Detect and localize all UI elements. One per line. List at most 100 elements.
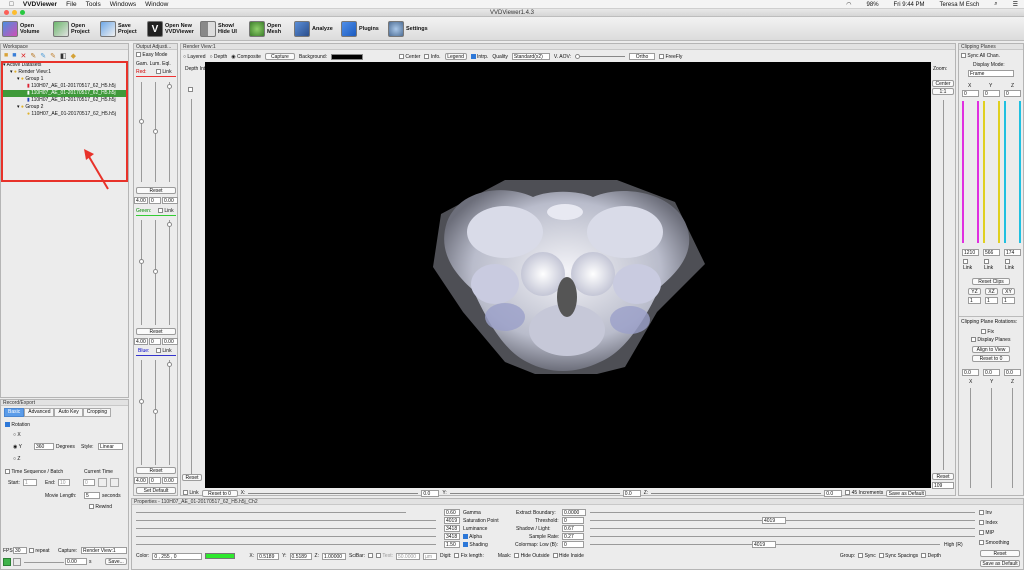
clip-x-link[interactable]: Link <box>963 259 972 271</box>
alpha-value[interactable]: 3418 <box>444 533 460 540</box>
menu-tools[interactable]: Tools <box>86 1 101 8</box>
layered-radio[interactable]: ○ Layered <box>183 54 206 60</box>
ratio-button[interactable]: 1:1 <box>932 88 954 95</box>
degrees-field[interactable]: 360 <box>34 443 54 450</box>
user-name[interactable]: Teresa M Esch <box>940 2 980 8</box>
clip-y-link[interactable]: Link <box>984 259 993 271</box>
clip-z-range[interactable] <box>1004 101 1021 243</box>
shadow-value[interactable]: 0.67 <box>562 525 584 532</box>
ortho-field[interactable]: Ortho <box>629 53 656 60</box>
style-select[interactable]: Linear <box>98 443 123 450</box>
y-spacing-value[interactable]: 0.5189 <box>289 552 312 560</box>
green-eql-value[interactable]: 0.00 <box>162 338 178 345</box>
depth-checkbox[interactable]: Depth <box>921 553 941 559</box>
xy-step[interactable]: 1 <box>1002 297 1015 304</box>
red-lum-knob[interactable] <box>153 129 158 134</box>
blue-gamma-slider[interactable] <box>141 360 142 465</box>
red-eql-knob[interactable] <box>167 84 172 89</box>
settings-button[interactable]: Settings <box>388 20 428 37</box>
blue-eql-value[interactable]: 0.00 <box>162 477 178 484</box>
folder-icon[interactable]: ■ <box>4 52 8 59</box>
time-forward-button[interactable] <box>110 478 119 487</box>
red-link-checkbox[interactable]: Link <box>156 69 172 75</box>
scibar-checkbox[interactable] <box>368 553 374 559</box>
save-project-button[interactable]: Save Project <box>100 20 140 37</box>
tab-advanced[interactable]: Advanced <box>24 408 55 417</box>
open-volume-button[interactable]: Open Volume <box>2 20 46 37</box>
blue-reset-button[interactable]: Reset <box>136 467 176 474</box>
repeat-checkbox[interactable]: repeat <box>29 548 50 554</box>
green-eql-knob[interactable] <box>167 222 172 227</box>
tab-basic[interactable]: Basic <box>4 408 25 417</box>
time-seq-checkbox[interactable]: Time Sequence / Batch <box>5 469 63 475</box>
open-project-button[interactable]: Open Project <box>53 20 93 37</box>
red-gamma-slider[interactable] <box>141 82 142 182</box>
end-field[interactable]: 10 <box>58 479 70 486</box>
x-spacing-value[interactable]: 0.5189 <box>257 552 280 560</box>
colormap-high[interactable]: 4019 <box>752 541 776 548</box>
fix-checkbox[interactable]: Fix <box>981 329 994 335</box>
properties-save-default-button[interactable]: Save as Default <box>980 560 1020 567</box>
sample-slider[interactable] <box>590 536 975 537</box>
z-spacing-value[interactable]: 1.00000 <box>321 552 346 560</box>
paint-icon[interactable]: ✎ <box>40 52 46 60</box>
zoom-slider[interactable] <box>943 100 944 470</box>
render-viewport[interactable] <box>205 62 931 488</box>
smoothing-checkbox[interactable]: Smoothing <box>979 540 1009 546</box>
mip-checkbox[interactable]: MIP <box>979 530 994 536</box>
blue-gamma-value[interactable]: 4.00 <box>134 477 148 484</box>
display-planes-checkbox[interactable]: Display Planes <box>971 337 1010 343</box>
axis-x-radio[interactable]: ○ X <box>13 432 21 438</box>
show-hide-ui-button[interactable]: Show/ Hide UI <box>200 20 242 37</box>
zoom-window-button[interactable] <box>20 10 25 15</box>
yz-step[interactable]: 1 <box>968 297 981 304</box>
blue-eql-slider[interactable] <box>169 360 170 465</box>
play-button[interactable] <box>3 558 11 566</box>
interp-checkbox[interactable]: Intrp. <box>470 54 488 60</box>
green-gamma-slider[interactable] <box>141 220 142 325</box>
time-field[interactable]: 0.00 <box>65 558 87 565</box>
red-gamma-value[interactable]: 4.00 <box>134 197 148 204</box>
clip-x-min[interactable]: 0 <box>962 90 979 97</box>
scibar-length[interactable]: 50.0000 <box>395 552 420 560</box>
delete-icon[interactable]: ✕ <box>20 52 26 60</box>
xy-button[interactable]: XY <box>1002 288 1015 295</box>
composite-radio[interactable]: ◉ Composite <box>231 54 261 60</box>
depth-reset-button[interactable]: Reset <box>182 474 202 481</box>
colormap-low[interactable]: 0 <box>562 541 584 548</box>
center-button[interactable]: Center <box>932 80 954 87</box>
inv-checkbox[interactable]: Inv <box>979 510 992 516</box>
rot-x-value[interactable]: 0.0 <box>962 369 979 376</box>
threshold-value[interactable]: 0 <box>562 517 584 524</box>
legend-button[interactable]: Legend <box>444 53 467 60</box>
reset-to-zero-button[interactable]: Reset to 0 <box>201 489 238 497</box>
measure-icon[interactable]: ◧ <box>60 52 67 60</box>
blue-lum-knob[interactable] <box>153 409 158 414</box>
clip-y-min[interactable]: 0 <box>983 90 1000 97</box>
index-checkbox[interactable]: Index <box>979 520 998 526</box>
alpha-checkbox[interactable]: Alpha <box>463 534 482 540</box>
red-eql-slider[interactable] <box>169 82 170 182</box>
rotation-checkbox[interactable]: Rotation <box>5 422 30 428</box>
clock[interactable]: Fri 9:44 PM <box>894 2 925 8</box>
rotation-save-default-button[interactable]: Save as Default <box>886 489 927 497</box>
sync-spacing-checkbox[interactable]: Sync Spacings <box>878 553 918 559</box>
green-lum-value[interactable]: 0 <box>149 338 161 345</box>
hide-outside-checkbox[interactable]: Hide Outside <box>514 553 550 559</box>
color-value[interactable]: 0 , 255 , 0 <box>152 552 203 560</box>
green-lum-knob[interactable] <box>153 269 158 274</box>
green-reset-button[interactable]: Reset <box>136 328 176 335</box>
depth-int-slider[interactable] <box>191 99 192 474</box>
open-new-viewer-button[interactable]: V Open New VVDViewer <box>147 20 194 37</box>
blue-link-checkbox[interactable]: Link <box>156 348 172 354</box>
zoom-reset-button[interactable]: Reset <box>932 473 954 480</box>
clip-z-max[interactable]: 174 <box>1004 249 1021 256</box>
capture-button[interactable]: Capture <box>264 53 295 60</box>
apple-icon[interactable]:  <box>9 1 14 8</box>
red-gamma-knob[interactable] <box>139 119 144 124</box>
add-group-icon[interactable]: ■ <box>12 52 16 59</box>
red-eql-value[interactable]: 0.00 <box>162 197 178 204</box>
clip-x-range[interactable] <box>962 101 979 243</box>
info-checkbox[interactable]: Info. <box>424 54 441 60</box>
shading-slider[interactable] <box>136 544 436 545</box>
